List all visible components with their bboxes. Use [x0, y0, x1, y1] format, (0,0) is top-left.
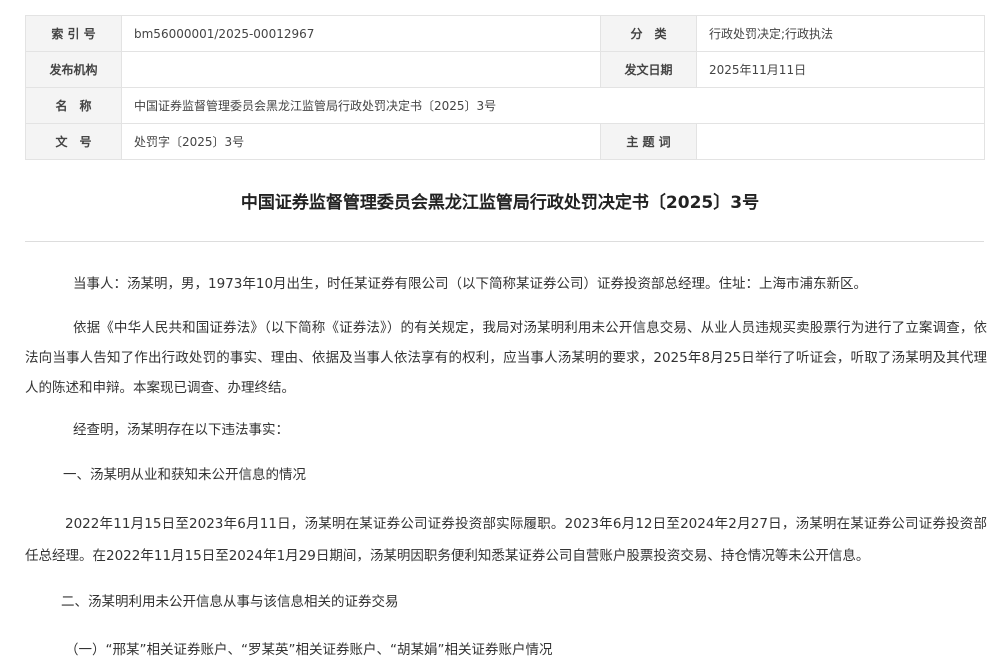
title-divider	[25, 241, 984, 242]
meta-row-name: 名 称 中国证券监督管理委员会黑龙江监管局行政处罚决定书〔2025〕3号	[25, 87, 985, 124]
document-title: 中国证券监督管理委员会黑龙江监管局行政处罚决定书〔2025〕3号	[240, 193, 760, 213]
paragraph-basis: 依据《中华人民共和国证券法》（以下简称《证券法》）的有关规定，我局对汤某明利用未…	[25, 320, 987, 396]
section-heading-2: 二、汤某明利用未公开信息从事与该信息相关的证券交易	[61, 594, 399, 610]
issue-date-value: 2025年11月11日	[696, 51, 985, 88]
keywords-value	[696, 123, 985, 160]
index-number-label: 索 引 号	[25, 15, 122, 52]
document-number-label: 文 号	[25, 123, 122, 160]
document-metadata-table: 索 引 号 bm56000001/2025-00012967 分 类 行政处罚决…	[25, 15, 985, 160]
publisher-label: 发布机构	[25, 51, 122, 88]
paragraph-party: 当事人：汤某明，男，1973年10月出生，时任某证券有限公司（以下简称某证券公司…	[73, 276, 868, 292]
category-label: 分 类	[600, 15, 697, 52]
name-value: 中国证券监督管理委员会黑龙江监管局行政处罚决定书〔2025〕3号	[121, 87, 985, 124]
paragraph-employment: 2022年11月15日至2023年6月11日，汤某明在某证券公司证券投资部实际履…	[25, 516, 987, 564]
category-value: 行政处罚决定;行政执法	[696, 15, 985, 52]
name-label: 名 称	[25, 87, 122, 124]
meta-row-publisher: 发布机构 发文日期 2025年11月11日	[25, 51, 985, 88]
keywords-label: 主 题 词	[600, 123, 697, 160]
section-heading-1: 一、汤某明从业和获知未公开信息的情况	[63, 467, 306, 483]
document-number-value: 处罚字〔2025〕3号	[121, 123, 601, 160]
index-number-value: bm56000001/2025-00012967	[121, 15, 601, 52]
meta-row-index: 索 引 号 bm56000001/2025-00012967 分 类 行政处罚决…	[25, 15, 985, 52]
paragraph-findings-intro: 经查明，汤某明存在以下违法事实：	[73, 422, 289, 438]
meta-row-docno: 文 号 处罚字〔2025〕3号 主 题 词	[25, 123, 985, 160]
issue-date-label: 发文日期	[600, 51, 697, 88]
publisher-value	[121, 51, 601, 88]
